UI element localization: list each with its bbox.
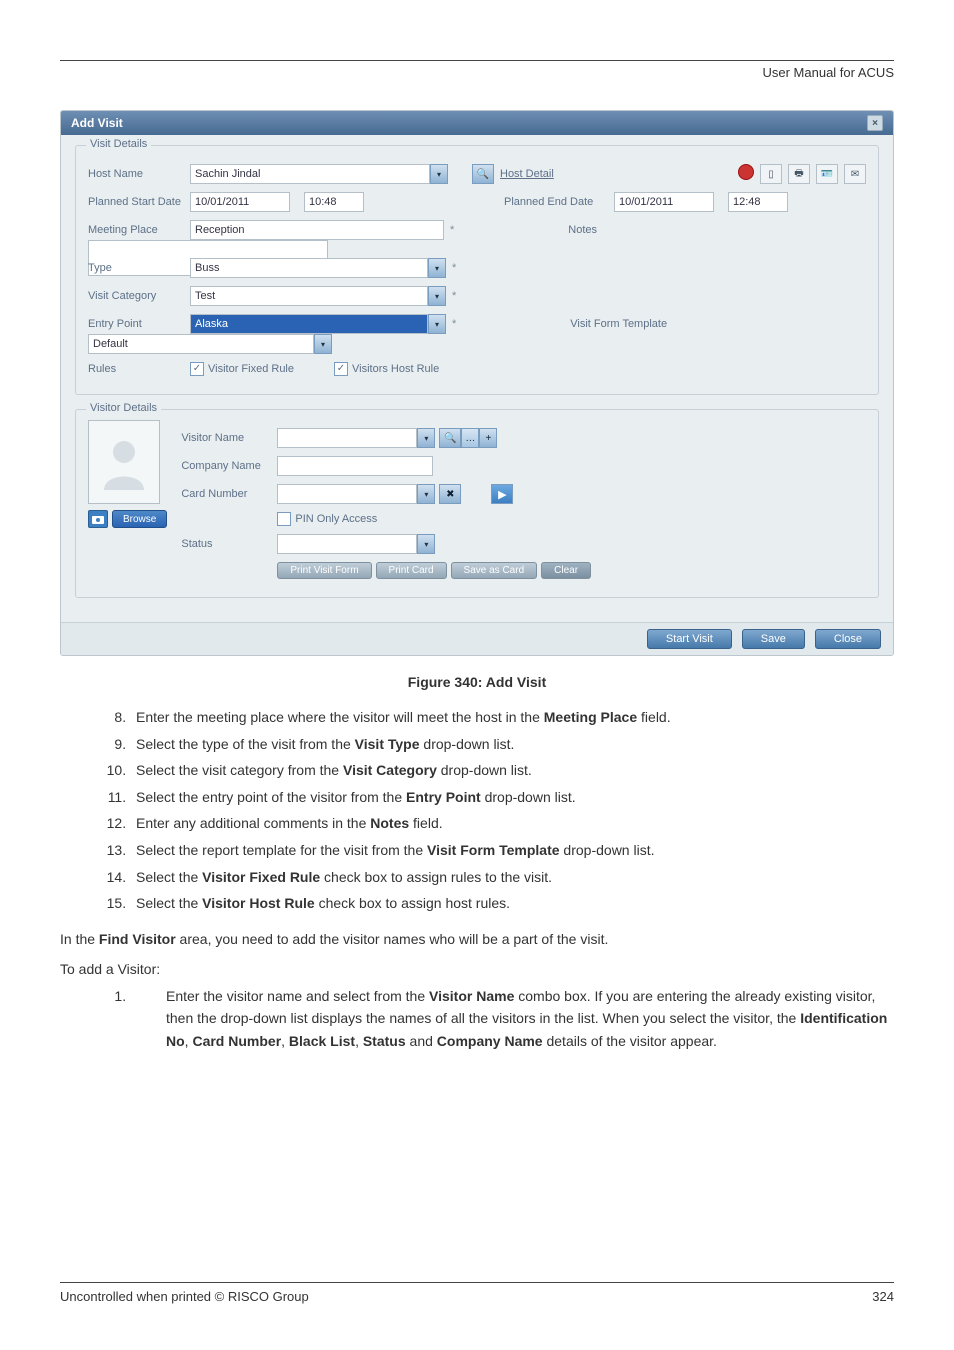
chevron-down-icon[interactable]: ▾ [430, 164, 448, 184]
visitors-host-rule-label: Visitors Host Rule [352, 363, 439, 375]
status-label: Status [181, 538, 277, 550]
add-visit-window: Add Visit × Visit Details Host Name ▾ 🔍 … [60, 110, 894, 656]
host-name-label: Host Name [88, 168, 190, 180]
step-14: Select the Visitor Fixed Rule check box … [130, 864, 894, 891]
chevron-down-icon[interactable]: ▾ [417, 484, 435, 504]
company-name-input[interactable] [277, 456, 433, 476]
template-select[interactable] [88, 334, 314, 354]
visitors-host-rule-checkbox[interactable]: ✓ Visitors Host Rule [334, 362, 439, 376]
find-visitor-intro: In the Find Visitor area, you need to ad… [60, 931, 894, 947]
chevron-down-icon[interactable]: ▾ [428, 314, 446, 334]
rules-label: Rules [88, 363, 190, 375]
print-visit-form-button[interactable]: Print Visit Form [277, 562, 371, 579]
search-icon[interactable]: 🔍 [439, 428, 461, 448]
to-add-visitor-heading: To add a Visitor: [60, 961, 894, 977]
clear-button[interactable]: Clear [541, 562, 591, 579]
close-button[interactable]: Close [815, 629, 881, 649]
substeps: Enter the visitor name and select from t… [130, 985, 894, 1052]
planned-end-time[interactable] [728, 192, 788, 212]
toolbar-icons: ▯ 🖶 🪪 ✉ [738, 164, 866, 184]
step-11: Select the entry point of the visitor fr… [130, 784, 894, 811]
visit-category-label: Visit Category [88, 290, 190, 302]
doc-title: User Manual for ACUS [60, 65, 894, 80]
pin-only-label: PIN Only Access [295, 513, 377, 525]
visit-details-legend: Visit Details [86, 138, 151, 150]
template-label: Visit Form Template [570, 318, 680, 330]
chevron-down-icon[interactable]: ▾ [417, 534, 435, 554]
card-number-label: Card Number [181, 488, 277, 500]
step-13: Select the report template for the visit… [130, 837, 894, 864]
visitor-details-group: Visitor Details Browse [75, 409, 879, 598]
browse-button[interactable]: Browse [112, 510, 167, 528]
window-title: Add Visit [71, 116, 123, 130]
add-icon[interactable]: + [479, 428, 497, 448]
step-15: Select the Visitor Host Rule check box t… [130, 890, 894, 917]
print-card-button[interactable]: Print Card [376, 562, 447, 579]
step-9: Select the type of the visit from the Vi… [130, 731, 894, 758]
chevron-down-icon[interactable]: ▾ [314, 334, 332, 354]
company-name-label: Company Name [181, 460, 277, 472]
chevron-down-icon[interactable]: ▾ [417, 428, 435, 448]
visitor-fixed-rule-checkbox[interactable]: ✓ Visitor Fixed Rule [190, 362, 294, 376]
search-icon[interactable]: 🔍 [472, 164, 494, 184]
clear-card-icon[interactable]: ✖ [439, 484, 461, 504]
visitor-fixed-rule-label: Visitor Fixed Rule [208, 363, 294, 375]
host-detail-link[interactable]: Host Detail [500, 168, 554, 180]
visitor-photo-placeholder [88, 420, 160, 504]
save-button[interactable]: Save [742, 629, 805, 649]
type-label: Type [88, 262, 190, 274]
entry-point-select[interactable] [190, 314, 428, 334]
planned-start-label: Planned Start Date [88, 196, 190, 208]
status-select[interactable] [277, 534, 417, 554]
page-icon[interactable]: ▯ [760, 164, 782, 184]
footer-left: Uncontrolled when printed © RISCO Group [60, 1289, 309, 1304]
planned-start-time[interactable] [304, 192, 364, 212]
meeting-place-input[interactable] [190, 220, 444, 240]
chevron-down-icon[interactable]: ▾ [428, 286, 446, 306]
notes-label: Notes [568, 224, 678, 236]
step-12: Enter any additional comments in the Not… [130, 810, 894, 837]
visitor-details-legend: Visitor Details [86, 402, 161, 414]
visit-details-group: Visit Details Host Name ▾ 🔍 Host Detail … [75, 145, 879, 395]
mail-icon[interactable]: ✉ [844, 164, 866, 184]
save-card-button[interactable]: Save as Card [451, 562, 538, 579]
figure-caption: Figure 340: Add Visit [60, 674, 894, 690]
print-icon[interactable]: 🖶 [788, 164, 810, 184]
step-10: Select the visit category from the Visit… [130, 757, 894, 784]
substep-1: Enter the visitor name and select from t… [130, 985, 894, 1052]
host-name-input[interactable] [190, 164, 430, 184]
planned-end-label: Planned End Date [504, 196, 614, 208]
card-number-input[interactable] [277, 484, 417, 504]
close-icon[interactable]: × [867, 115, 883, 131]
visitor-name-input[interactable] [277, 428, 417, 448]
status-red-icon [738, 164, 754, 180]
move-right-icon[interactable]: ▶ [491, 484, 513, 504]
type-select[interactable] [190, 258, 428, 278]
start-visit-button[interactable]: Start Visit [647, 629, 732, 649]
entry-point-label: Entry Point [88, 318, 190, 330]
step-8: Enter the meeting place where the visito… [130, 704, 894, 731]
id-card-icon[interactable]: 🪪 [816, 164, 838, 184]
planned-start-date[interactable] [190, 192, 290, 212]
camera-icon[interactable] [88, 510, 108, 528]
visitor-name-label: Visitor Name [181, 432, 277, 444]
pin-only-checkbox[interactable]: PIN Only Access [277, 512, 377, 526]
page-number: 324 [872, 1289, 894, 1304]
chevron-down-icon[interactable]: ▾ [428, 258, 446, 278]
info-icon[interactable]: … [461, 428, 479, 448]
instruction-steps: Enter the meeting place where the visito… [130, 704, 894, 917]
planned-end-date[interactable] [614, 192, 714, 212]
visit-category-select[interactable] [190, 286, 428, 306]
meeting-place-label: Meeting Place [88, 224, 190, 236]
